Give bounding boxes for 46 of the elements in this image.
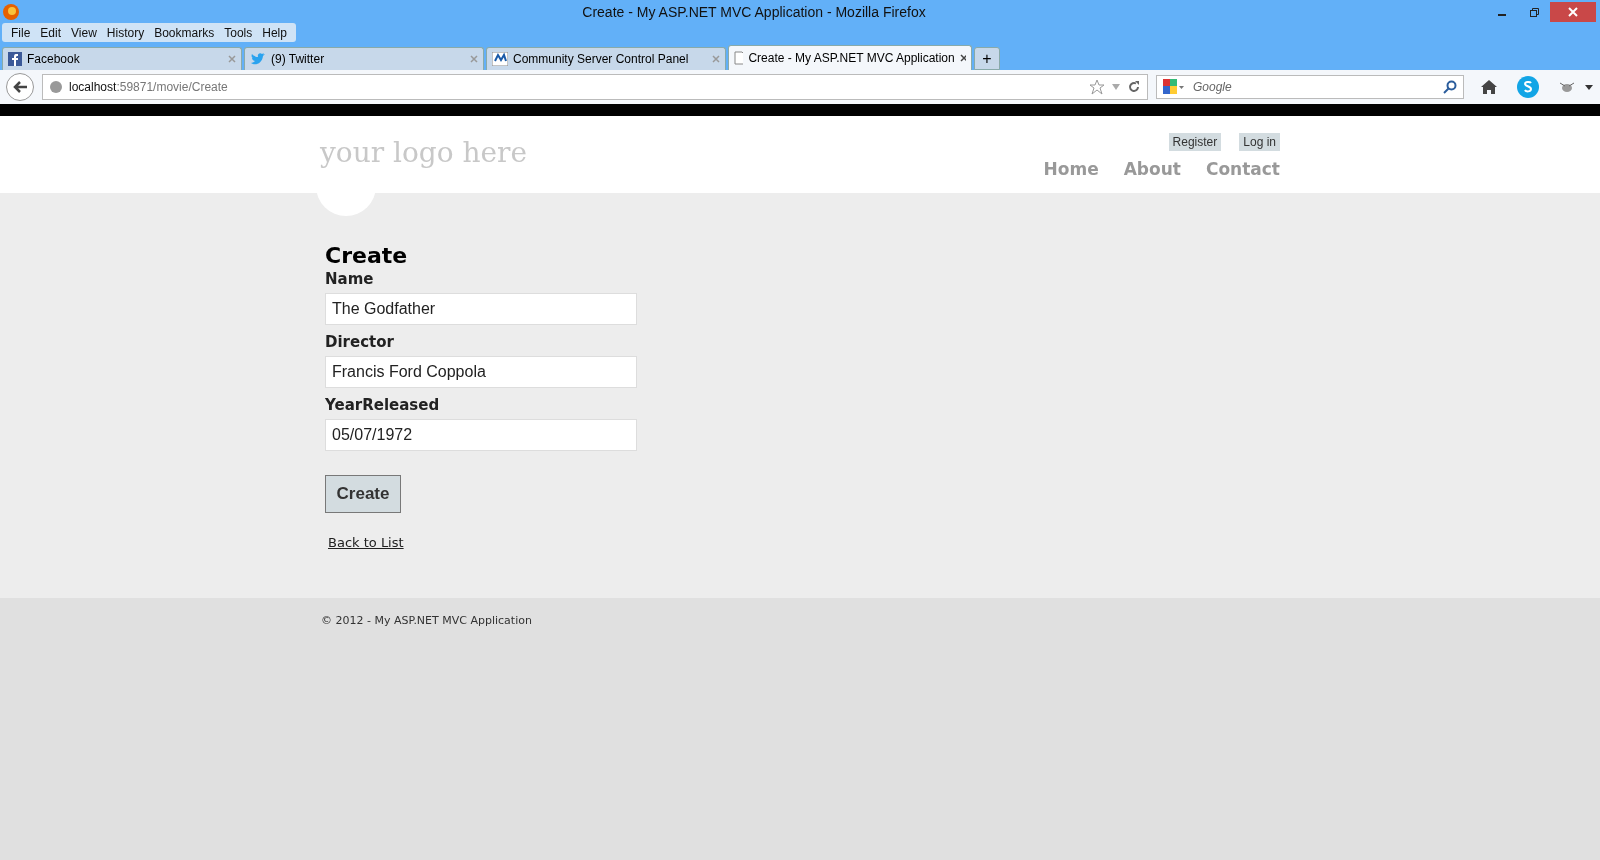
- star-icon[interactable]: [1089, 79, 1105, 95]
- footer-text: © 2012 - My ASP.NET MVC Application: [321, 614, 532, 627]
- globe-icon: [49, 80, 63, 94]
- home-icon[interactable]: [1480, 79, 1498, 95]
- browser-logo-icon: [2, 2, 20, 21]
- back-to-list-link[interactable]: Back to List: [328, 535, 404, 550]
- app-logo-icon: [492, 52, 508, 66]
- field-label: YearReleased: [325, 396, 440, 414]
- account-link[interactable]: Log in: [1239, 133, 1280, 151]
- search-bar[interactable]: Google: [1156, 75, 1464, 99]
- close-icon[interactable]: [959, 54, 966, 62]
- text-field[interactable]: 05/07/1972: [325, 419, 637, 451]
- bird-icon: [250, 52, 266, 66]
- create-button[interactable]: Create: [325, 475, 401, 513]
- field-label: Director: [325, 333, 394, 351]
- menu-item[interactable]: Bookmarks: [149, 25, 220, 40]
- address-bar[interactable]: localhost:59871/movie/Create: [42, 74, 1148, 100]
- text-field[interactable]: The Godfather: [325, 293, 637, 325]
- browser-tab[interactable]: (9) Twitter: [244, 47, 484, 70]
- browser-tab[interactable]: Facebook: [2, 47, 242, 70]
- menu-item[interactable]: History: [101, 25, 150, 40]
- menu-item[interactable]: View: [66, 25, 102, 40]
- reload-icon[interactable]: [1127, 80, 1141, 94]
- menu-item[interactable]: Tools: [219, 25, 258, 40]
- search-engine-icon: [1163, 79, 1185, 95]
- dropdown-icon[interactable]: [1584, 82, 1594, 92]
- window-title: Create - My ASP.NET MVC Application - Mozilla Firefox: [581, 3, 927, 20]
- browser-tab[interactable]: Community Server Control Panel: [486, 47, 726, 70]
- field-label: Name: [325, 270, 374, 288]
- search-icon[interactable]: [1443, 80, 1457, 94]
- facebook-icon: [8, 52, 22, 66]
- back-arrow-icon: [12, 80, 28, 94]
- new-tab-button[interactable]: +: [974, 47, 1000, 70]
- restore-icon[interactable]: [1529, 6, 1539, 17]
- browser-tab[interactable]: Create - My ASP.NET MVC Application: [728, 45, 972, 70]
- page-icon: [734, 51, 744, 65]
- close-icon: [1568, 6, 1578, 17]
- back-button[interactable]: [6, 73, 34, 101]
- page-heading: Create: [325, 243, 408, 268]
- close-button[interactable]: [1550, 1, 1596, 22]
- menu-item[interactable]: Edit: [35, 25, 67, 40]
- menu-item[interactable]: Help: [257, 25, 292, 40]
- account-link[interactable]: Register: [1168, 133, 1222, 151]
- menu-item[interactable]: File: [6, 25, 36, 40]
- chat-app-icon[interactable]: [1516, 75, 1540, 99]
- text-field[interactable]: Francis Ford Coppola: [325, 356, 637, 388]
